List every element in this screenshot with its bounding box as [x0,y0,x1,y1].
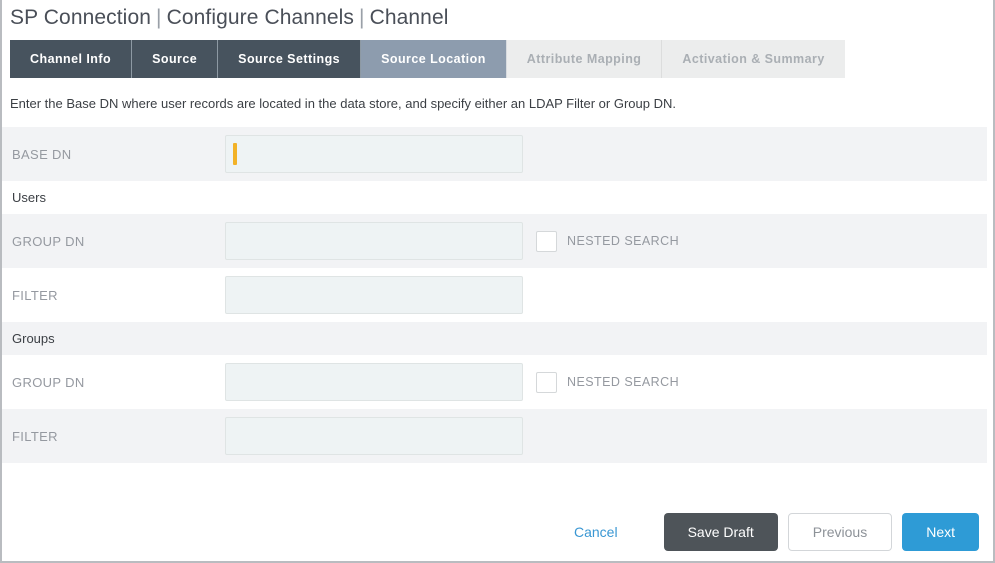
breadcrumb-separator: | [151,6,167,29]
groups-group-dn-input[interactable] [225,363,523,401]
groups-filter-input-wrap [225,417,523,455]
form-row-base-dn: BASE DN [2,127,987,181]
groups-nested-search-group: NESTED SEARCH [536,372,679,393]
base-dn-input[interactable] [225,135,523,173]
label-users-group-dn: GROUP DN [12,234,225,249]
users-nested-search-label: NESTED SEARCH [567,234,679,248]
breadcrumb-item-sp-connection: SP Connection [10,6,151,29]
form-row-users-filter: FILTER [2,268,987,322]
tab-channel-info[interactable]: Channel Info [10,40,132,78]
users-nested-search-checkbox[interactable] [536,231,557,252]
save-draft-button[interactable]: Save Draft [664,513,778,551]
label-users-filter: FILTER [12,288,225,303]
label-base-dn: BASE DN [12,147,225,162]
channel-configuration-window: SP Connection|Configure Channels|Channel… [0,0,995,563]
cancel-button[interactable]: Cancel [562,513,630,551]
users-filter-input-wrap [225,276,523,314]
source-location-form: BASE DN Users GROUP DN NESTED SEARCH FIL… [2,127,987,463]
wizard-tab-strip: Channel Info Source Source Settings Sour… [10,40,993,78]
breadcrumb-item-channel: Channel [370,6,449,29]
breadcrumb-separator: | [354,6,370,29]
groups-nested-search-checkbox[interactable] [536,372,557,393]
page-title: SP Connection|Configure Channels|Channel [2,0,993,34]
instruction-text: Enter the Base DN where user records are… [2,78,993,127]
wizard-footer-buttons: Cancel Save Draft Previous Next [562,513,979,551]
tab-activation-summary: Activation & Summary [662,40,844,78]
text-cursor-icon [233,143,237,165]
section-header-users: Users [2,181,987,214]
groups-filter-input[interactable] [225,417,523,455]
users-group-dn-input-wrap [225,222,523,260]
groups-group-dn-input-wrap [225,363,523,401]
users-filter-input[interactable] [225,276,523,314]
tab-source-settings[interactable]: Source Settings [218,40,361,78]
label-groups-filter: FILTER [12,429,225,444]
form-row-users-group-dn: GROUP DN NESTED SEARCH [2,214,987,268]
next-button[interactable]: Next [902,513,979,551]
breadcrumb-item-configure-channels: Configure Channels [167,6,354,29]
tab-source[interactable]: Source [132,40,218,78]
form-row-groups-group-dn: GROUP DN NESTED SEARCH [2,355,987,409]
tab-attribute-mapping: Attribute Mapping [507,40,663,78]
label-groups-group-dn: GROUP DN [12,375,225,390]
base-dn-input-wrap [225,135,523,173]
form-row-groups-filter: FILTER [2,409,987,463]
users-nested-search-group: NESTED SEARCH [536,231,679,252]
users-group-dn-input[interactable] [225,222,523,260]
groups-nested-search-label: NESTED SEARCH [567,375,679,389]
section-header-groups: Groups [2,322,987,355]
previous-button[interactable]: Previous [788,513,892,551]
tab-source-location[interactable]: Source Location [361,40,507,78]
